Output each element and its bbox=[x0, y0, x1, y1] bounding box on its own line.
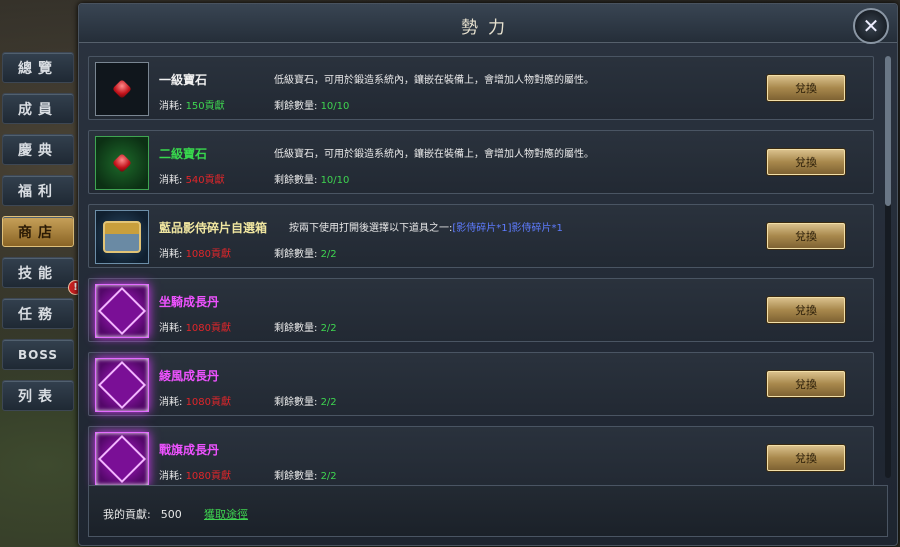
exchange-button[interactable]: 兌換 bbox=[767, 223, 845, 249]
remaining-value: 2/2 bbox=[320, 249, 337, 260]
mount-pill-icon[interactable] bbox=[95, 284, 149, 338]
item-description-text: 按兩下使用打開後選擇以下道具之一: bbox=[289, 223, 453, 234]
item-remaining: 剩餘數量: 2/2 bbox=[274, 467, 337, 482]
cost-label: 消耗: bbox=[159, 249, 183, 260]
side-tab-skills[interactable]: 技能 bbox=[2, 257, 74, 288]
cost-label: 消耗: bbox=[159, 101, 183, 112]
item-cost: 消耗: 1080貢獻 bbox=[159, 245, 231, 260]
item-name: 坐騎成長丹 bbox=[159, 295, 220, 309]
item-name: 綾風成長丹 bbox=[159, 369, 220, 383]
chest-icon[interactable] bbox=[95, 210, 149, 264]
remaining-value: 2/2 bbox=[320, 323, 337, 334]
banner-pill-icon[interactable] bbox=[95, 432, 149, 486]
remaining-value: 10/10 bbox=[320, 175, 350, 186]
item-description: 按兩下使用打開後選擇以下道具之一:[影侍碎片*1]影侍碎片*1 bbox=[289, 219, 563, 234]
remaining-label: 剩餘數量: bbox=[274, 471, 318, 482]
exchange-button[interactable]: 兌換 bbox=[767, 149, 845, 175]
item-name: 二級寶石 bbox=[159, 147, 208, 161]
close-icon[interactable]: ✕ bbox=[853, 8, 889, 44]
shop-item-row: 綾風成長丹 消耗: 1080貢獻 剩餘數量: 2/2 兌換 bbox=[88, 352, 874, 416]
shop-item-row: 二級寶石 低級寶石，可用於鍛造系統內，鑲嵌在裝備上，會增加人物對應的屬性。 消耗… bbox=[88, 130, 874, 194]
item-description: 低級寶石，可用於鍛造系統內，鑲嵌在裝備上，會增加人物對應的屬性。 bbox=[274, 149, 594, 160]
cost-value: 1080貢獻 bbox=[185, 397, 232, 408]
item-remaining: 剩餘數量: 2/2 bbox=[274, 319, 337, 334]
remaining-value: 10/10 bbox=[320, 101, 350, 112]
side-tab-bar: 總覽 成員 慶典 福利 商店 技能 任務 BOSS 列表 bbox=[2, 52, 78, 421]
exchange-button[interactable]: 兌換 bbox=[767, 297, 845, 323]
side-tab-overview[interactable]: 總覽 bbox=[2, 52, 74, 83]
remaining-label: 剩餘數量: bbox=[274, 175, 318, 186]
item-remaining: 剩餘數量: 2/2 bbox=[274, 393, 337, 408]
remaining-label: 剩餘數量: bbox=[274, 323, 318, 334]
shop-item-row: 戰旗成長丹 消耗: 1080貢獻 剩餘數量: 2/2 兌換 bbox=[88, 426, 874, 490]
red-gem-icon[interactable] bbox=[95, 136, 149, 190]
exchange-button[interactable]: 兌換 bbox=[767, 75, 845, 101]
faction-shop-panel: 勢力 ✕ 一級寶石 低級寶石，可用於鍛造系統內，鑲嵌在裝備上，會增加人物對應的屬… bbox=[78, 3, 898, 546]
side-tab-celebration[interactable]: 慶典 bbox=[2, 134, 74, 165]
shop-item-row: 一級寶石 低級寶石，可用於鍛造系統內，鑲嵌在裝備上，會增加人物對應的屬性。 消耗… bbox=[88, 56, 874, 120]
remaining-label: 剩餘數量: bbox=[274, 397, 318, 408]
panel-title: 勢力 bbox=[461, 18, 515, 38]
item-description: 低級寶石，可用於鍛造系統內，鑲嵌在裝備上，會增加人物對應的屬性。 bbox=[274, 75, 594, 86]
cost-label: 消耗: bbox=[159, 175, 183, 186]
side-tab-tasks[interactable]: 任務 bbox=[2, 298, 74, 329]
item-cost: 消耗: 540貢獻 bbox=[159, 171, 225, 186]
cost-value: 150貢獻 bbox=[185, 101, 225, 112]
item-name: 藍品影侍碎片自選箱 bbox=[159, 221, 268, 235]
remaining-label: 剩餘數量: bbox=[274, 101, 318, 112]
side-tab-shop[interactable]: 商店 bbox=[2, 216, 74, 247]
how-to-get-link[interactable]: 獲取途徑 bbox=[204, 506, 248, 522]
list-scrollbar[interactable] bbox=[885, 56, 891, 478]
item-remaining: 剩餘數量: 2/2 bbox=[274, 245, 337, 260]
cost-label: 消耗: bbox=[159, 471, 183, 482]
item-cost: 消耗: 1080貢獻 bbox=[159, 467, 231, 482]
item-cost: 消耗: 1080貢獻 bbox=[159, 319, 231, 334]
wing-pill-icon[interactable] bbox=[95, 358, 149, 412]
remaining-label: 剩餘數量: bbox=[274, 249, 318, 260]
shop-item-row: 藍品影侍碎片自選箱 按兩下使用打開後選擇以下道具之一:[影侍碎片*1]影侍碎片*… bbox=[88, 204, 874, 268]
scrollbar-thumb[interactable] bbox=[885, 56, 891, 206]
my-contribution: 我的貢獻: 500 bbox=[103, 506, 182, 522]
item-remaining: 剩餘數量: 10/10 bbox=[274, 171, 349, 186]
panel-footer: 我的貢獻: 500 獲取途徑 bbox=[88, 485, 888, 537]
item-name: 一級寶石 bbox=[159, 73, 208, 87]
item-cost: 消耗: 150貢獻 bbox=[159, 97, 225, 112]
item-name: 戰旗成長丹 bbox=[159, 443, 220, 457]
cost-value: 1080貢獻 bbox=[185, 323, 232, 334]
shop-item-list: 一級寶石 低級寶石，可用於鍛造系統內，鑲嵌在裝備上，會增加人物對應的屬性。 消耗… bbox=[88, 56, 874, 500]
cost-value: 1080貢獻 bbox=[185, 471, 232, 482]
red-gem-icon[interactable] bbox=[95, 62, 149, 116]
exchange-button[interactable]: 兌換 bbox=[767, 371, 845, 397]
item-cost: 消耗: 1080貢獻 bbox=[159, 393, 231, 408]
side-tab-list[interactable]: 列表 bbox=[2, 380, 74, 411]
cost-value: 1080貢獻 bbox=[185, 249, 232, 260]
panel-titlebar: 勢力 ✕ bbox=[79, 4, 897, 44]
cost-label: 消耗: bbox=[159, 397, 183, 408]
item-description-options: [影侍碎片*1]影侍碎片*1 bbox=[452, 223, 563, 234]
cost-value: 540貢獻 bbox=[185, 175, 225, 186]
contribution-value: 500 bbox=[160, 508, 182, 521]
exchange-button[interactable]: 兌換 bbox=[767, 445, 845, 471]
cost-label: 消耗: bbox=[159, 323, 183, 334]
item-remaining: 剩餘數量: 10/10 bbox=[274, 97, 349, 112]
side-tab-welfare[interactable]: 福利 bbox=[2, 175, 74, 206]
side-tab-members[interactable]: 成員 bbox=[2, 93, 74, 124]
remaining-value: 2/2 bbox=[320, 471, 337, 482]
contribution-label: 我的貢獻: bbox=[103, 508, 151, 521]
side-tab-boss[interactable]: BOSS bbox=[2, 339, 74, 370]
shop-item-row: 坐騎成長丹 消耗: 1080貢獻 剩餘數量: 2/2 兌換 bbox=[88, 278, 874, 342]
remaining-value: 2/2 bbox=[320, 397, 337, 408]
